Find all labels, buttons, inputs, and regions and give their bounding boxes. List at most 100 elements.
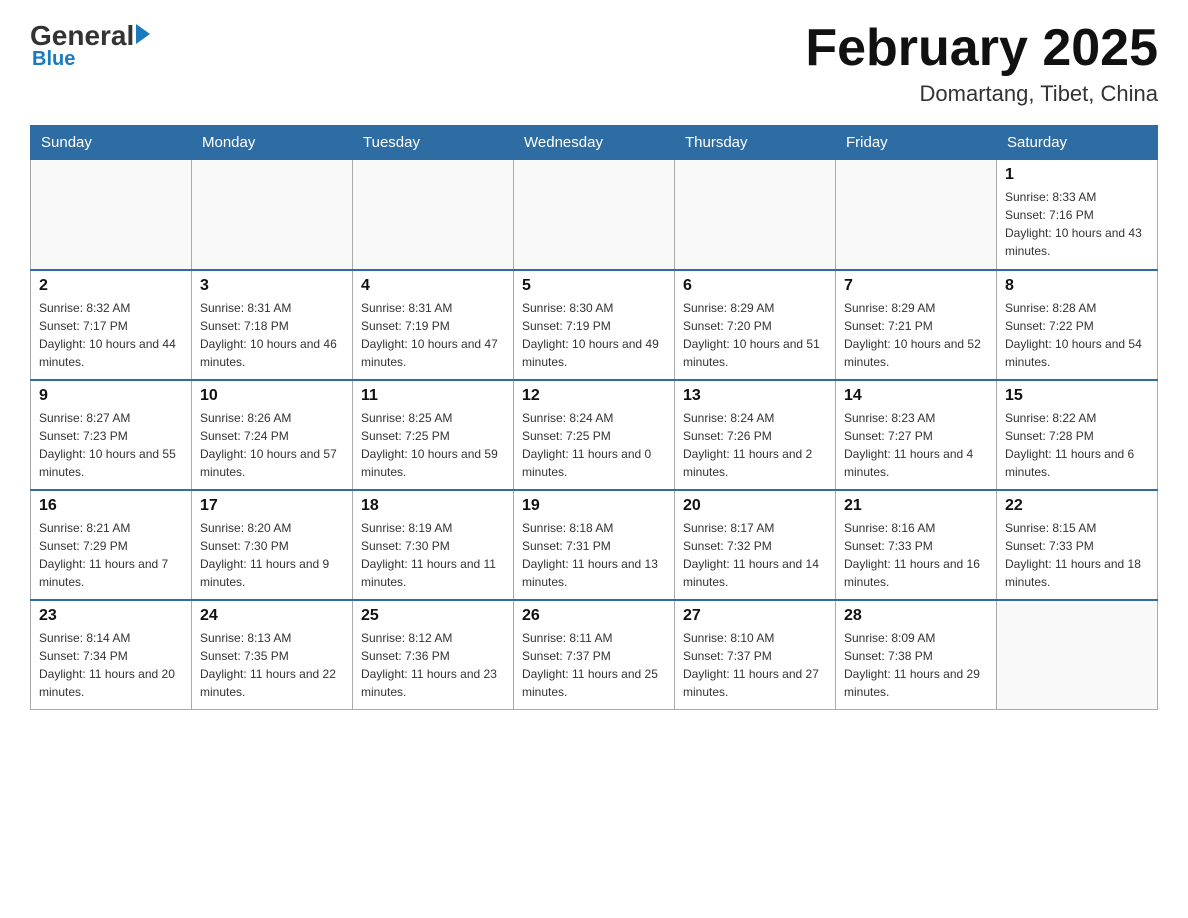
day-info: Sunrise: 8:18 AMSunset: 7:31 PMDaylight:… xyxy=(522,519,666,591)
calendar-cell: 8 Sunrise: 8:28 AMSunset: 7:22 PMDaylight… xyxy=(997,270,1158,380)
calendar-cell xyxy=(675,160,836,270)
day-number: 25 xyxy=(361,607,505,625)
day-info: Sunrise: 8:24 AMSunset: 7:26 PMDaylight:… xyxy=(683,409,827,481)
day-info: Sunrise: 8:33 AMSunset: 7:16 PMDaylight:… xyxy=(1005,188,1149,260)
day-number: 26 xyxy=(522,607,666,625)
day-info: Sunrise: 8:16 AMSunset: 7:33 PMDaylight:… xyxy=(844,519,988,591)
weekday-header-saturday: Saturday xyxy=(997,126,1158,160)
day-number: 1 xyxy=(1005,166,1149,184)
day-info: Sunrise: 8:13 AMSunset: 7:35 PMDaylight:… xyxy=(200,629,344,701)
calendar-cell: 27 Sunrise: 8:10 AMSunset: 7:37 PMDayligh… xyxy=(675,600,836,710)
day-info: Sunrise: 8:30 AMSunset: 7:19 PMDaylight:… xyxy=(522,299,666,371)
day-number: 18 xyxy=(361,497,505,515)
day-number: 15 xyxy=(1005,387,1149,405)
calendar-cell xyxy=(353,160,514,270)
day-number: 8 xyxy=(1005,277,1149,295)
day-info: Sunrise: 8:20 AMSunset: 7:30 PMDaylight:… xyxy=(200,519,344,591)
logo-blue: Blue xyxy=(32,48,75,71)
calendar-cell: 18 Sunrise: 8:19 AMSunset: 7:30 PMDayligh… xyxy=(353,490,514,600)
day-info: Sunrise: 8:09 AMSunset: 7:38 PMDaylight:… xyxy=(844,629,988,701)
day-number: 19 xyxy=(522,497,666,515)
day-info: Sunrise: 8:27 AMSunset: 7:23 PMDaylight:… xyxy=(39,409,183,481)
calendar-cell xyxy=(836,160,997,270)
calendar-cell: 25 Sunrise: 8:12 AMSunset: 7:36 PMDayligh… xyxy=(353,600,514,710)
calendar-cell xyxy=(997,600,1158,710)
day-number: 11 xyxy=(361,387,505,405)
day-info: Sunrise: 8:19 AMSunset: 7:30 PMDaylight:… xyxy=(361,519,505,591)
day-info: Sunrise: 8:22 AMSunset: 7:28 PMDaylight:… xyxy=(1005,409,1149,481)
calendar-cell: 16 Sunrise: 8:21 AMSunset: 7:29 PMDayligh… xyxy=(31,490,192,600)
day-number: 5 xyxy=(522,277,666,295)
day-number: 24 xyxy=(200,607,344,625)
logo: General Blue xyxy=(30,20,150,71)
calendar-cell: 26 Sunrise: 8:11 AMSunset: 7:37 PMDayligh… xyxy=(514,600,675,710)
calendar-cell: 28 Sunrise: 8:09 AMSunset: 7:38 PMDayligh… xyxy=(836,600,997,710)
day-number: 27 xyxy=(683,607,827,625)
day-number: 23 xyxy=(39,607,183,625)
day-info: Sunrise: 8:11 AMSunset: 7:37 PMDaylight:… xyxy=(522,629,666,701)
day-info: Sunrise: 8:28 AMSunset: 7:22 PMDaylight:… xyxy=(1005,299,1149,371)
calendar-cell: 13 Sunrise: 8:24 AMSunset: 7:26 PMDayligh… xyxy=(675,380,836,490)
calendar-cell: 12Sunrise: 8:24 AMSunset: 7:25 PMDayligh… xyxy=(514,380,675,490)
weekday-header-monday: Monday xyxy=(192,126,353,160)
calendar-header-row: SundayMondayTuesdayWednesdayThursdayFrid… xyxy=(31,126,1158,160)
location-title: Domartang, Tibet, China xyxy=(805,81,1158,107)
calendar-week-row: 23Sunrise: 8:14 AMSunset: 7:34 PMDayligh… xyxy=(31,600,1158,710)
day-number: 17 xyxy=(200,497,344,515)
title-area: February 2025 Domartang, Tibet, China xyxy=(805,20,1158,107)
calendar-cell: 7Sunrise: 8:29 AMSunset: 7:21 PMDaylight… xyxy=(836,270,997,380)
calendar-cell: 5 Sunrise: 8:30 AMSunset: 7:19 PMDaylight… xyxy=(514,270,675,380)
day-info: Sunrise: 8:31 AMSunset: 7:19 PMDaylight:… xyxy=(361,299,505,371)
day-info: Sunrise: 8:10 AMSunset: 7:37 PMDaylight:… xyxy=(683,629,827,701)
month-title: February 2025 xyxy=(805,20,1158,77)
day-number: 2 xyxy=(39,277,183,295)
day-info: Sunrise: 8:26 AMSunset: 7:24 PMDaylight:… xyxy=(200,409,344,481)
day-number: 9 xyxy=(39,387,183,405)
logo-arrow-icon xyxy=(136,24,150,44)
day-number: 3 xyxy=(200,277,344,295)
calendar-week-row: 2Sunrise: 8:32 AMSunset: 7:17 PMDaylight… xyxy=(31,270,1158,380)
weekday-header-thursday: Thursday xyxy=(675,126,836,160)
calendar-cell: 14 Sunrise: 8:23 AMSunset: 7:27 PMDayligh… xyxy=(836,380,997,490)
day-number: 20 xyxy=(683,497,827,515)
calendar-cell: 11 Sunrise: 8:25 AMSunset: 7:25 PMDayligh… xyxy=(353,380,514,490)
day-info: Sunrise: 8:29 AMSunset: 7:20 PMDaylight:… xyxy=(683,299,827,371)
day-info: Sunrise: 8:15 AMSunset: 7:33 PMDaylight:… xyxy=(1005,519,1149,591)
day-info: Sunrise: 8:23 AMSunset: 7:27 PMDaylight:… xyxy=(844,409,988,481)
calendar-week-row: 16 Sunrise: 8:21 AMSunset: 7:29 PMDayligh… xyxy=(31,490,1158,600)
calendar-cell: 19 Sunrise: 8:18 AMSunset: 7:31 PMDayligh… xyxy=(514,490,675,600)
weekday-header-wednesday: Wednesday xyxy=(514,126,675,160)
calendar-week-row: 1 Sunrise: 8:33 AMSunset: 7:16 PMDaylight… xyxy=(31,160,1158,270)
day-info: Sunrise: 8:17 AMSunset: 7:32 PMDaylight:… xyxy=(683,519,827,591)
calendar-cell: 22 Sunrise: 8:15 AMSunset: 7:33 PMDayligh… xyxy=(997,490,1158,600)
calendar-cell xyxy=(31,160,192,270)
day-number: 10 xyxy=(200,387,344,405)
page-header: General Blue February 2025 Domartang, Ti… xyxy=(30,20,1158,107)
calendar-cell: 17 Sunrise: 8:20 AMSunset: 7:30 PMDayligh… xyxy=(192,490,353,600)
calendar-cell: 1 Sunrise: 8:33 AMSunset: 7:16 PMDaylight… xyxy=(997,160,1158,270)
calendar-cell: 4Sunrise: 8:31 AMSunset: 7:19 PMDaylight… xyxy=(353,270,514,380)
day-number: 12 xyxy=(522,387,666,405)
calendar-cell: 15 Sunrise: 8:22 AMSunset: 7:28 PMDayligh… xyxy=(997,380,1158,490)
day-info: Sunrise: 8:21 AMSunset: 7:29 PMDaylight:… xyxy=(39,519,183,591)
day-number: 21 xyxy=(844,497,988,515)
day-number: 28 xyxy=(844,607,988,625)
day-info: Sunrise: 8:12 AMSunset: 7:36 PMDaylight:… xyxy=(361,629,505,701)
day-number: 16 xyxy=(39,497,183,515)
calendar-cell xyxy=(514,160,675,270)
calendar-cell: 10 Sunrise: 8:26 AMSunset: 7:24 PMDayligh… xyxy=(192,380,353,490)
calendar-week-row: 9 Sunrise: 8:27 AMSunset: 7:23 PMDaylight… xyxy=(31,380,1158,490)
day-info: Sunrise: 8:25 AMSunset: 7:25 PMDaylight:… xyxy=(361,409,505,481)
weekday-header-friday: Friday xyxy=(836,126,997,160)
calendar-cell: 21 Sunrise: 8:16 AMSunset: 7:33 PMDayligh… xyxy=(836,490,997,600)
day-number: 6 xyxy=(683,277,827,295)
calendar-cell: 24 Sunrise: 8:13 AMSunset: 7:35 PMDayligh… xyxy=(192,600,353,710)
calendar-cell: 20 Sunrise: 8:17 AMSunset: 7:32 PMDayligh… xyxy=(675,490,836,600)
day-number: 22 xyxy=(1005,497,1149,515)
calendar-cell xyxy=(192,160,353,270)
day-number: 13 xyxy=(683,387,827,405)
calendar-cell: 2Sunrise: 8:32 AMSunset: 7:17 PMDaylight… xyxy=(31,270,192,380)
day-info: Sunrise: 8:31 AMSunset: 7:18 PMDaylight:… xyxy=(200,299,344,371)
day-number: 14 xyxy=(844,387,988,405)
calendar-cell: 9 Sunrise: 8:27 AMSunset: 7:23 PMDaylight… xyxy=(31,380,192,490)
